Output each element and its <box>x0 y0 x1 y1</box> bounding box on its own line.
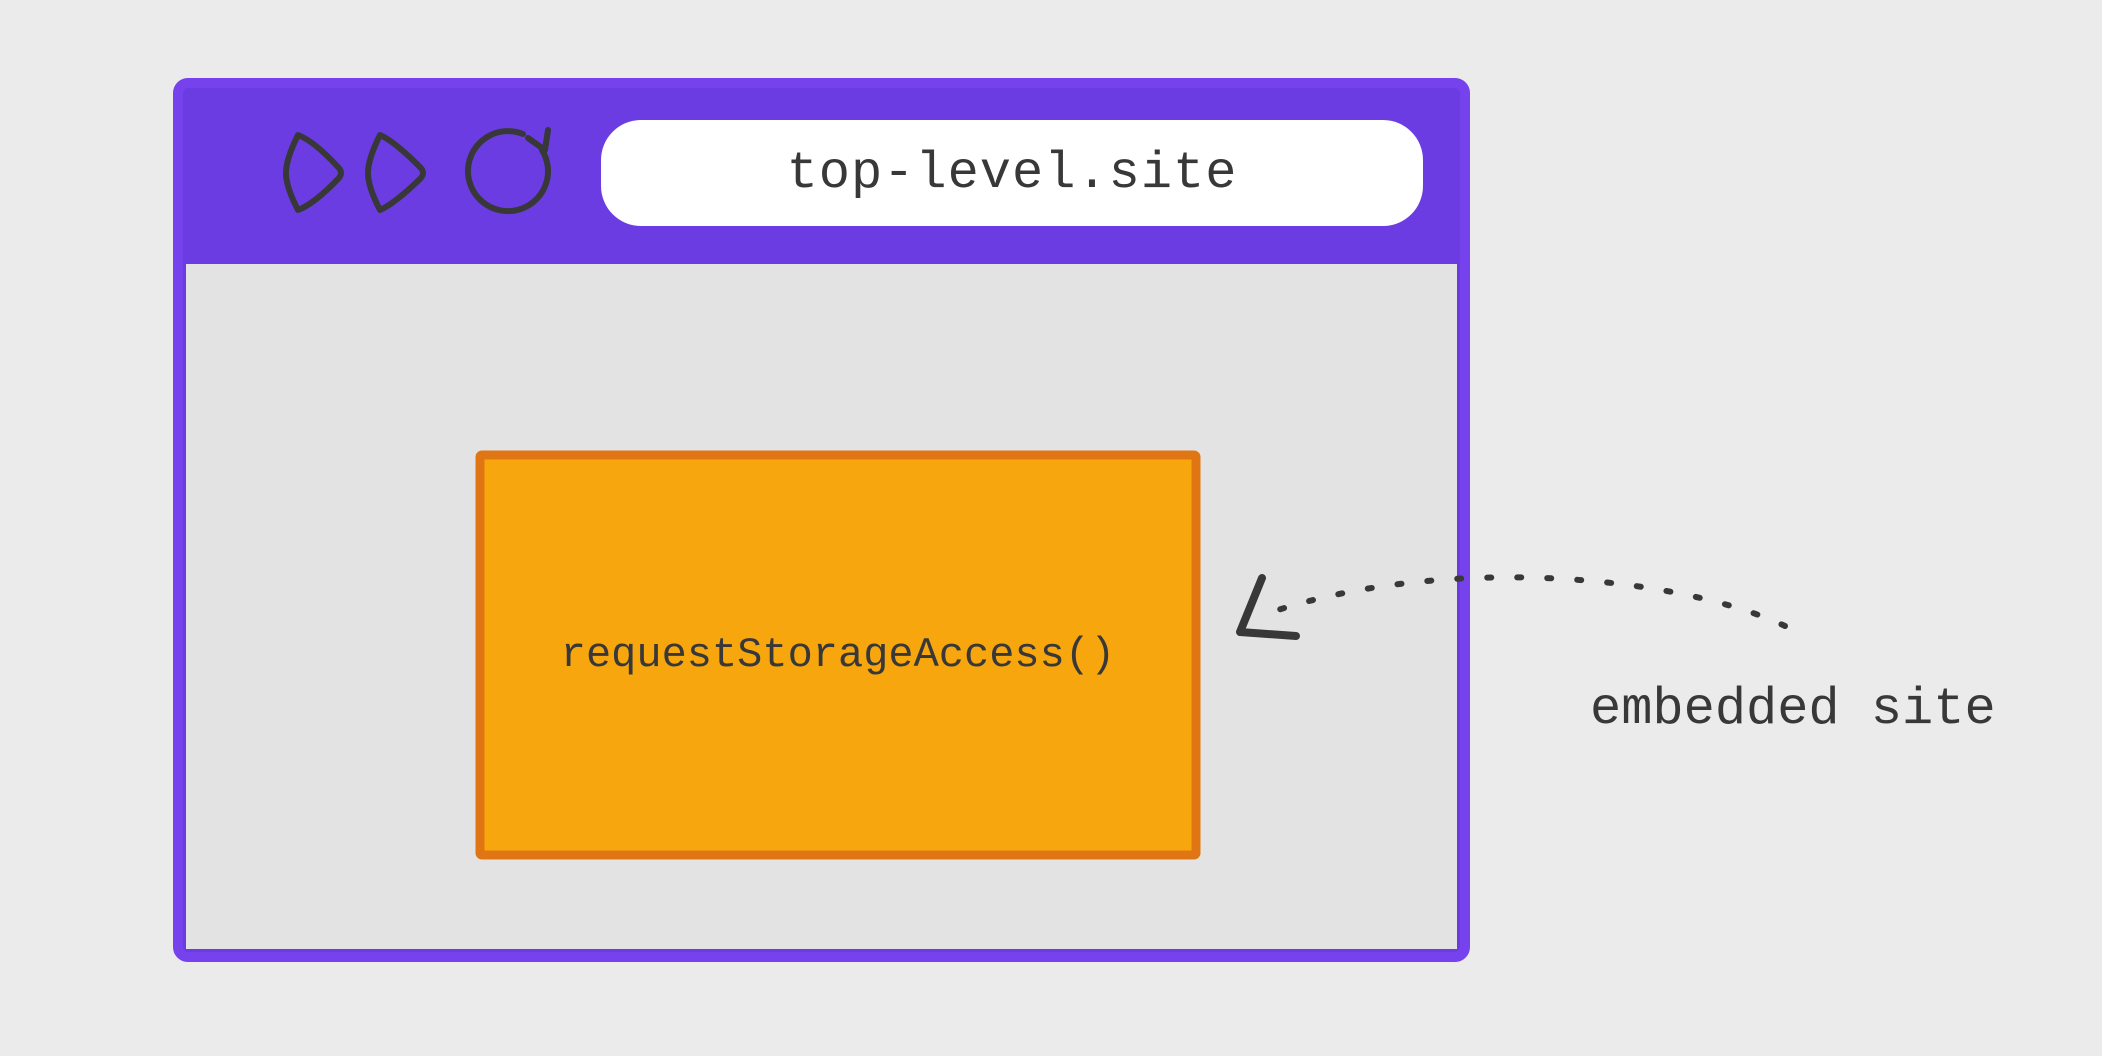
diagram-canvas: top-level.site requestStorageAccess() em… <box>0 0 2102 1056</box>
address-bar-text: top-level.site <box>601 120 1423 226</box>
annotation-label: embedded site <box>1590 680 1996 739</box>
embedded-api-call: requestStorageAccess() <box>480 455 1196 855</box>
